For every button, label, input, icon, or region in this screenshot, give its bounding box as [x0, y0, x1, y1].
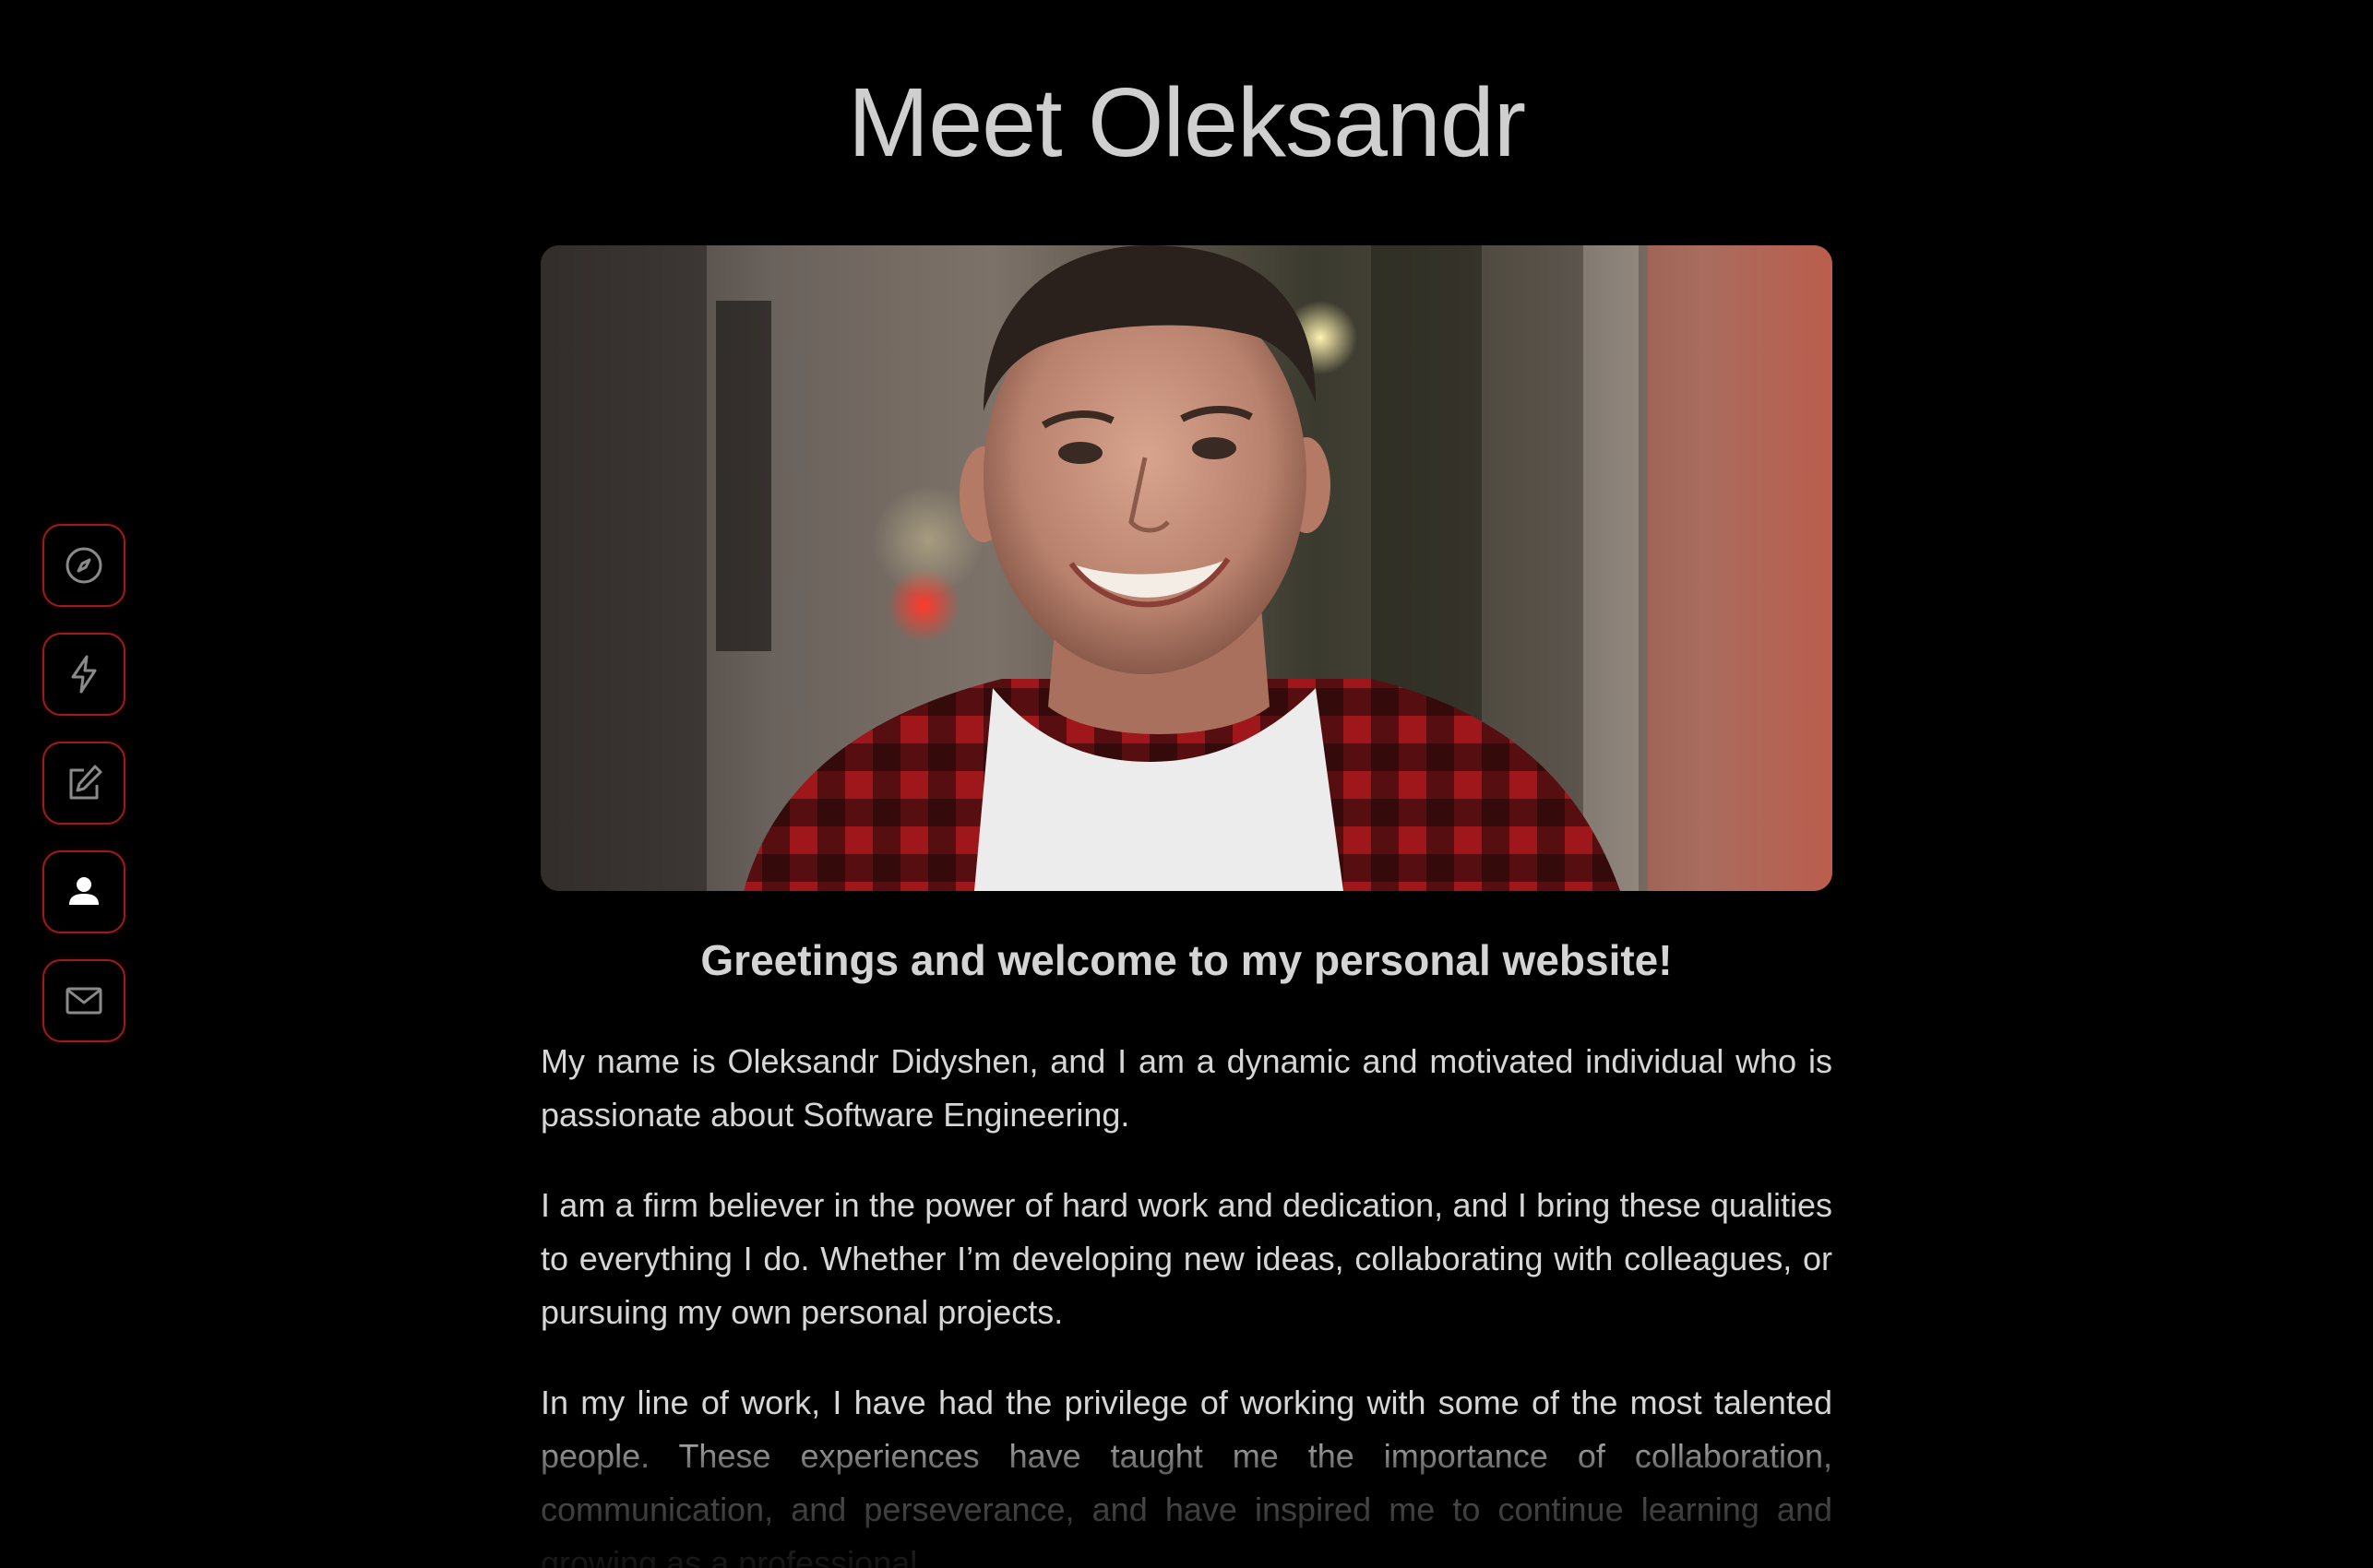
page: Meet Oleksandr Greetings and welcome to … — [0, 0, 2373, 1568]
main-content: Meet Oleksandr Greetings and welcome to … — [541, 0, 1832, 1568]
lightning-icon — [62, 652, 106, 696]
user-icon — [62, 870, 106, 914]
nav-blog-button[interactable] — [42, 742, 125, 825]
nav-explore-button[interactable] — [42, 524, 125, 607]
nav-skills-button[interactable] — [42, 633, 125, 716]
nav-contact-button[interactable] — [42, 959, 125, 1042]
sidebar-nav — [42, 524, 129, 1068]
bio-paragraph: In my line of work, I have had the privi… — [541, 1384, 1832, 1568]
mail-icon — [62, 979, 106, 1023]
page-title: Meet Oleksandr — [847, 68, 1526, 177]
compass-icon — [62, 543, 106, 588]
profile-photo — [541, 245, 1832, 891]
edit-icon — [62, 761, 106, 805]
welcome-heading: Greetings and welcome to my personal web… — [700, 936, 1673, 984]
bio-paragraph: I am a firm believer in the power of har… — [541, 1186, 1832, 1331]
nav-about-button[interactable] — [42, 850, 125, 933]
bio-paragraph: My name is Oleksandr Didyshen, and I am … — [541, 1042, 1832, 1134]
